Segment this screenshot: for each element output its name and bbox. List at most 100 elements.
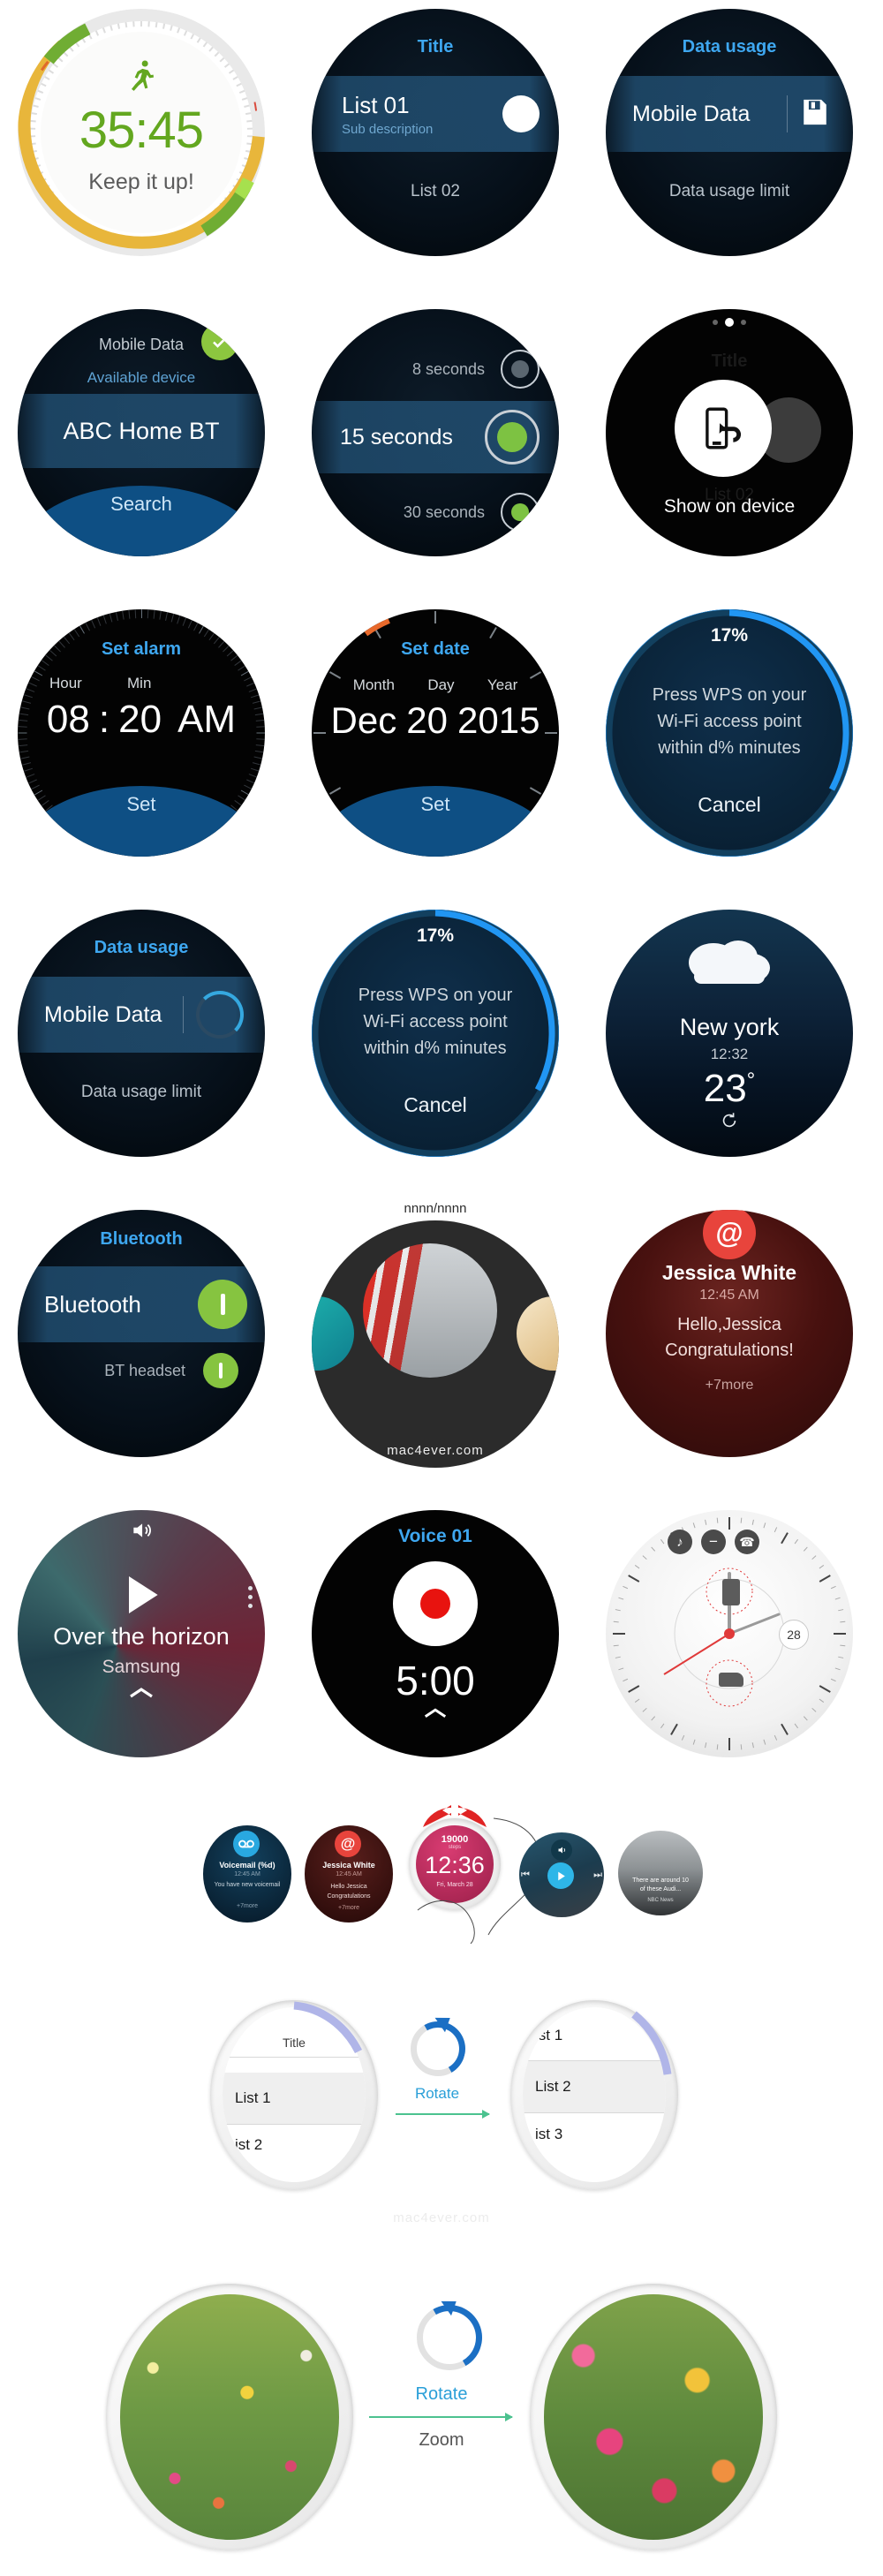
carousel-card-news[interactable]: There are around 10 of these Audi... NBC… — [618, 1831, 703, 1915]
wps-message: Press WPS on your Wi-Fi access point wit… — [324, 982, 547, 1061]
music-note-icon[interactable]: ♪ — [668, 1530, 692, 1554]
screen-data-usage-save[interactable]: Data usage Mobile Data Data usage limit — [588, 0, 871, 283]
hour-label: Hour — [49, 675, 82, 691]
floppy-save-icon[interactable] — [800, 97, 830, 132]
screen-weather[interactable]: New york 12:32 23 ° — [588, 901, 871, 1183]
page-title: Title — [417, 37, 454, 57]
card-more[interactable]: +7more — [305, 1905, 393, 1911]
data-usage-row[interactable]: Mobile Data — [606, 76, 853, 152]
watermark: mac4ever.com — [393, 2210, 490, 2225]
min-value[interactable]: 20 — [118, 698, 162, 742]
gallery-prev-thumb[interactable] — [312, 1296, 354, 1371]
list-screen-face: Title List 01 Sub description List 02 — [312, 9, 559, 256]
workout-timer-face: 35:45 Keep it up! — [18, 9, 265, 256]
screen-bluetooth-toggles[interactable]: Bluetooth Bluetooth BT headset — [0, 1201, 283, 1484]
chevron-up-icon[interactable] — [312, 1706, 559, 1720]
wps-message-line: within d% minutes — [364, 1039, 507, 1058]
card-more[interactable]: +7more — [203, 1903, 291, 1909]
min-label: Min — [127, 675, 152, 691]
row-divider — [787, 95, 788, 132]
play-icon[interactable] — [18, 1570, 265, 1620]
analog-face: ♪ − ☎ 28 — [606, 1510, 853, 1757]
screen-workout-timer[interactable]: 35:45 Keep it up! — [0, 0, 283, 283]
zoom-photo-before[interactable] — [120, 2294, 339, 2540]
radio-selected-icon[interactable] — [485, 410, 540, 465]
phone-share-icon[interactable] — [675, 380, 772, 477]
screen-gallery[interactable]: nnnn/nnnn mac4ever.com — [294, 1201, 577, 1484]
notification-carousel[interactable]: Voicemail (%d) 12:45 AM You have new voi… — [0, 1805, 883, 1983]
music-track-title: Over the horizon — [53, 1623, 230, 1650]
meridiem-value[interactable]: AM — [177, 698, 236, 742]
watermark: mac4ever.com — [387, 1443, 484, 1458]
screen-voice-recorder[interactable]: Voice 01 5:00 — [294, 1501, 577, 1784]
data-usage-limit-label[interactable]: Data usage limit — [606, 182, 853, 201]
gallery-current-photo[interactable] — [363, 1243, 497, 1378]
volume-icon[interactable] — [18, 1519, 265, 1542]
search-button[interactable]: Search — [18, 486, 265, 556]
next-icon[interactable]: ⏭ — [593, 1870, 602, 1881]
screen-set-alarm[interactable]: Set alarm Hour Min 08 : 20 AM Set — [0, 601, 283, 883]
year-value[interactable]: 2015 — [457, 699, 540, 742]
day-value[interactable]: 20 — [406, 699, 448, 742]
missed-call-icon[interactable]: ☎ — [735, 1530, 759, 1554]
hour-value[interactable]: 08 — [47, 698, 90, 742]
screen-show-on-device[interactable]: Title List 02 Show on device — [588, 300, 871, 583]
data-usage-row[interactable]: Mobile Data — [18, 977, 265, 1053]
previous-icon[interactable]: ⏮ — [521, 1870, 530, 1881]
zoom-photo-after[interactable] — [544, 2294, 763, 2540]
bluetooth-toggle[interactable] — [198, 1280, 247, 1329]
watchface-time: 12:36 — [425, 1852, 485, 1878]
more-vertical-icon[interactable] — [248, 1586, 253, 1608]
list-item-sub: Sub description — [342, 121, 434, 137]
gallery-next-thumb[interactable] — [517, 1296, 559, 1371]
carousel-card-email[interactable]: @ Jessica White 12:45 AM Hello Jessica C… — [305, 1825, 393, 1923]
bt-headset-toggle[interactable] — [203, 1353, 238, 1388]
refresh-icon[interactable] — [606, 1111, 853, 1130]
radio-unselected-icon[interactable] — [501, 350, 540, 389]
record-button-icon[interactable] — [393, 1561, 478, 1646]
rotate-indicator — [404, 2015, 472, 2082]
radio-unselected-icon[interactable] — [501, 493, 540, 532]
play-icon[interactable] — [547, 1862, 574, 1889]
bt-device-row[interactable]: ABC Home BT — [18, 394, 265, 468]
screen-wps-progress-b[interactable]: 17% Press WPS on your Wi-Fi access point… — [294, 901, 577, 1183]
list-item-secondary[interactable]: List 02 — [312, 182, 559, 201]
do-not-disturb-icon[interactable]: − — [701, 1530, 726, 1554]
wps-face: 17% Press WPS on your Wi-Fi access point… — [606, 609, 853, 857]
notification-more[interactable]: +7more — [606, 1378, 853, 1394]
bt-headset-row[interactable]: BT headset — [49, 1353, 238, 1388]
day-label: Day — [427, 676, 455, 693]
data-usage-limit-label[interactable]: Data usage limit — [18, 1083, 265, 1102]
demo-arrow — [396, 2110, 490, 2119]
timeout-option-1[interactable]: 15 seconds — [312, 401, 559, 473]
timeout-option-2[interactable]: 30 seconds — [333, 493, 540, 532]
date-complication[interactable]: 28 — [779, 1620, 809, 1650]
screen-music-player[interactable]: Over the horizon Samsung — [0, 1501, 283, 1784]
month-value[interactable]: Dec — [331, 699, 397, 742]
cancel-button[interactable]: Cancel — [312, 1093, 559, 1117]
carousel-card-voicemail[interactable]: Voicemail (%d) 12:45 AM You have new voi… — [203, 1825, 291, 1923]
screen-analog-watchface[interactable]: ♪ − ☎ 28 — [588, 1501, 871, 1784]
bluetooth-row[interactable]: Bluetooth — [18, 1266, 265, 1342]
screen-wps-progress-a[interactable]: 17% Press WPS on your Wi-Fi access point… — [588, 601, 871, 883]
list-item-selected[interactable]: List 01 Sub description — [312, 76, 559, 152]
data-usage-face: Data usage Mobile Data Data usage limit — [606, 9, 853, 256]
screen-set-date[interactable]: Set date Month Day Year Dec 20 2015 Set — [294, 601, 577, 883]
timeout-option-0[interactable]: 8 seconds — [333, 350, 540, 389]
running-man-icon — [18, 58, 265, 98]
zoom-arrow — [369, 2413, 513, 2421]
cancel-button[interactable]: Cancel — [606, 793, 853, 817]
carousel-card-music[interactable]: ⏮ ⏭ — [519, 1832, 604, 1917]
list-item-toggle[interactable] — [502, 95, 540, 132]
screen-notification[interactable]: @ Jessica White 12:45 AM Hello,Jessica C… — [588, 1201, 871, 1484]
volume-icon[interactable] — [551, 1839, 572, 1861]
page-title: Data usage — [94, 938, 189, 957]
screen-bluetooth-search[interactable]: Mobile Data Available device ABC Home BT… — [0, 300, 283, 583]
card-body: You have new voicemail — [214, 1882, 281, 1888]
news-headline: There are around 10 of these Audi... — [620, 1877, 701, 1894]
screen-timeout-options[interactable]: 8 seconds 15 seconds 30 seconds — [294, 300, 577, 583]
carousel-card-watchface[interactable]: 19000 steps 12:36 Fri, March 28 — [402, 1805, 541, 1944]
screen-data-usage-loading[interactable]: Data usage Mobile Data Data usage limit — [0, 901, 283, 1183]
screen-list-title[interactable]: Title List 01 Sub description List 02 — [294, 0, 577, 283]
chevron-up-icon[interactable] — [18, 1685, 265, 1701]
